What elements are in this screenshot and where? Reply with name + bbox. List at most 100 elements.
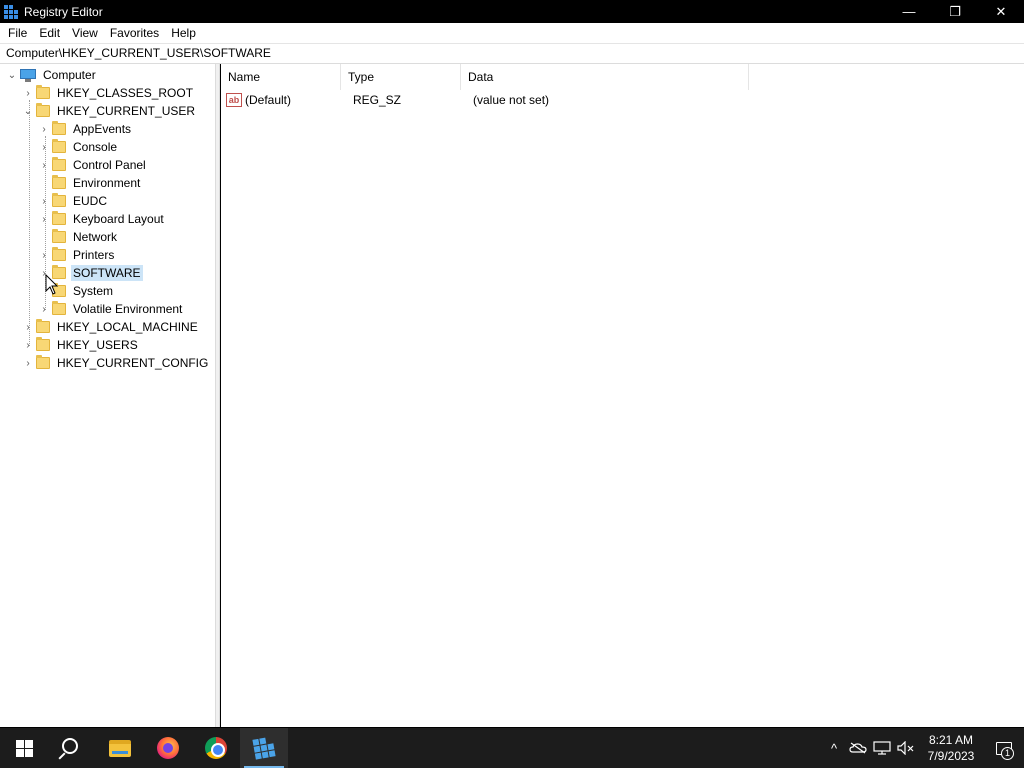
taskbar: ^ 8:21 AM 7/9/2023 1 bbox=[0, 728, 1024, 768]
folder-icon bbox=[52, 193, 66, 207]
tree-item-control-panel[interactable]: › Control Panel bbox=[36, 156, 148, 174]
string-value-icon: ab bbox=[226, 93, 242, 107]
clock[interactable]: 8:21 AM 7/9/2023 bbox=[918, 732, 984, 764]
tree-item-appevents[interactable]: › AppEvents bbox=[36, 120, 133, 138]
tree-item-label: Keyboard Layout bbox=[73, 212, 164, 226]
chevron-down-icon[interactable]: ⌄ bbox=[20, 102, 36, 120]
restore-button[interactable]: ❐ bbox=[932, 0, 978, 23]
tree-item-hkcc[interactable]: › HKEY_CURRENT_CONFIG bbox=[20, 354, 210, 372]
tree-item-environment[interactable]: Environment bbox=[36, 174, 142, 192]
search-icon bbox=[62, 738, 78, 754]
chrome-button[interactable] bbox=[192, 728, 240, 768]
search-button[interactable] bbox=[48, 728, 96, 768]
menu-bar: File Edit View Favorites Help bbox=[0, 23, 1024, 43]
tree-item-label: AppEvents bbox=[73, 122, 132, 136]
windows-logo-icon bbox=[15, 739, 33, 757]
list-item[interactable]: ab (Default) REG_SZ (value not set) bbox=[221, 90, 666, 110]
chevron-right-icon[interactable]: › bbox=[36, 156, 52, 174]
menu-help[interactable]: Help bbox=[165, 23, 202, 43]
registry-editor-icon bbox=[4, 4, 18, 19]
tree-item-volatile-environment[interactable]: › Volatile Environment bbox=[36, 300, 184, 318]
folder-icon bbox=[52, 139, 66, 153]
tree-item-hkcr[interactable]: › HKEY_CLASSES_ROOT bbox=[20, 84, 195, 102]
folder-icon bbox=[52, 247, 66, 261]
tree-item-hkcu[interactable]: ⌄ HKEY_CURRENT_USER bbox=[20, 102, 197, 120]
folder-icon bbox=[36, 103, 50, 117]
notification-count-badge: 1 bbox=[1001, 747, 1014, 760]
tree-item-label: EUDC bbox=[73, 194, 108, 208]
values-list[interactable]: Name Type Data ab (Default) REG_SZ (valu… bbox=[221, 64, 1024, 727]
chevron-right-icon[interactable]: › bbox=[20, 354, 36, 372]
mouse-cursor-icon bbox=[45, 274, 59, 295]
menu-view[interactable]: View bbox=[66, 23, 104, 43]
tree-item-label: Printers bbox=[73, 248, 115, 262]
tree-item-label: Network bbox=[73, 230, 118, 244]
chevron-right-icon[interactable]: › bbox=[36, 300, 52, 318]
firefox-button[interactable] bbox=[144, 728, 192, 768]
chevron-right-icon[interactable]: › bbox=[36, 246, 52, 264]
menu-favorites[interactable]: Favorites bbox=[104, 23, 165, 43]
tree-item-label: SOFTWARE bbox=[71, 265, 143, 281]
address-bar[interactable]: Computer\HKEY_CURRENT_USER\SOFTWARE bbox=[0, 43, 1024, 64]
chevron-right-icon[interactable]: › bbox=[36, 192, 52, 210]
system-tray: ^ 8:21 AM 7/9/2023 1 bbox=[822, 728, 1024, 768]
tree-item-eudc[interactable]: › EUDC bbox=[36, 192, 109, 210]
menu-edit[interactable]: Edit bbox=[33, 23, 66, 43]
value-type: REG_SZ bbox=[353, 93, 402, 107]
tree-item-console[interactable]: › Console bbox=[36, 138, 119, 156]
firefox-icon bbox=[157, 737, 179, 759]
tree-item-computer[interactable]: ⌄ Computer bbox=[4, 66, 98, 84]
chevron-down-icon[interactable]: ⌄ bbox=[4, 66, 20, 84]
tree-item-label: HKEY_USERS bbox=[57, 338, 138, 352]
clock-date: 7/9/2023 bbox=[927, 749, 975, 763]
folder-icon bbox=[52, 301, 66, 315]
tree-item-label: System bbox=[73, 284, 114, 298]
chevron-right-icon[interactable]: › bbox=[36, 120, 52, 138]
folder-icon bbox=[52, 211, 66, 225]
clock-time: 8:21 AM bbox=[928, 733, 974, 747]
start-button[interactable] bbox=[0, 728, 48, 768]
close-button[interactable]: ✕ bbox=[978, 0, 1024, 23]
tree-item-hklm[interactable]: › HKEY_LOCAL_MACHINE bbox=[20, 318, 200, 336]
title-bar: Registry Editor — ❐ ✕ bbox=[0, 0, 1024, 23]
folder-icon bbox=[36, 85, 50, 99]
chevron-right-icon[interactable]: › bbox=[36, 210, 52, 228]
volume-muted-icon[interactable] bbox=[894, 728, 918, 768]
folder-icon bbox=[36, 355, 50, 369]
network-icon[interactable] bbox=[870, 728, 894, 768]
tree-item-network[interactable]: Network bbox=[36, 228, 119, 246]
tree-item-label: Control Panel bbox=[73, 158, 146, 172]
tree-item-keyboard-layout[interactable]: › Keyboard Layout bbox=[36, 210, 166, 228]
menu-file[interactable]: File bbox=[0, 23, 33, 43]
onedrive-offline-icon[interactable] bbox=[846, 728, 870, 768]
tree-item-label: HKEY_LOCAL_MACHINE bbox=[57, 320, 198, 334]
value-name: (Default) bbox=[245, 93, 292, 107]
tree-item-label: HKEY_CLASSES_ROOT bbox=[57, 86, 194, 100]
chevron-up-icon[interactable]: ^ bbox=[822, 728, 846, 768]
chevron-right-icon[interactable]: › bbox=[20, 84, 36, 102]
file-explorer-button[interactable] bbox=[96, 728, 144, 768]
chevron-right-icon[interactable]: › bbox=[20, 336, 36, 354]
tree-item-hku[interactable]: › HKEY_USERS bbox=[20, 336, 140, 354]
tree-item-label: Console bbox=[73, 140, 118, 154]
list-header: Name Type Data bbox=[221, 64, 749, 90]
tree-item-label: HKEY_CURRENT_USER bbox=[57, 104, 196, 118]
tree-item-printers[interactable]: › Printers bbox=[36, 246, 116, 264]
value-data: (value not set) bbox=[473, 93, 550, 107]
action-center-button[interactable]: 1 bbox=[984, 728, 1024, 768]
registry-editor-taskbar-button[interactable] bbox=[240, 728, 288, 768]
folder-icon bbox=[52, 229, 66, 243]
tree-pane[interactable]: ⌄ Computer › HKEY_CLASSES_ROOT ⌄ HKEY_CU… bbox=[0, 64, 216, 727]
minimize-button[interactable]: — bbox=[886, 0, 932, 23]
chevron-right-icon[interactable]: › bbox=[36, 138, 52, 156]
column-header-data[interactable]: Data bbox=[461, 64, 749, 90]
file-explorer-icon bbox=[109, 739, 131, 757]
folder-icon bbox=[36, 337, 50, 351]
folder-icon bbox=[52, 121, 66, 135]
column-header-name[interactable]: Name bbox=[221, 64, 341, 90]
tree-item-label: HKEY_CURRENT_CONFIG bbox=[57, 356, 209, 370]
window-title: Registry Editor bbox=[24, 4, 103, 19]
column-header-type[interactable]: Type bbox=[341, 64, 461, 90]
chevron-right-icon[interactable]: › bbox=[20, 318, 36, 336]
pane-splitter[interactable] bbox=[216, 64, 220, 727]
